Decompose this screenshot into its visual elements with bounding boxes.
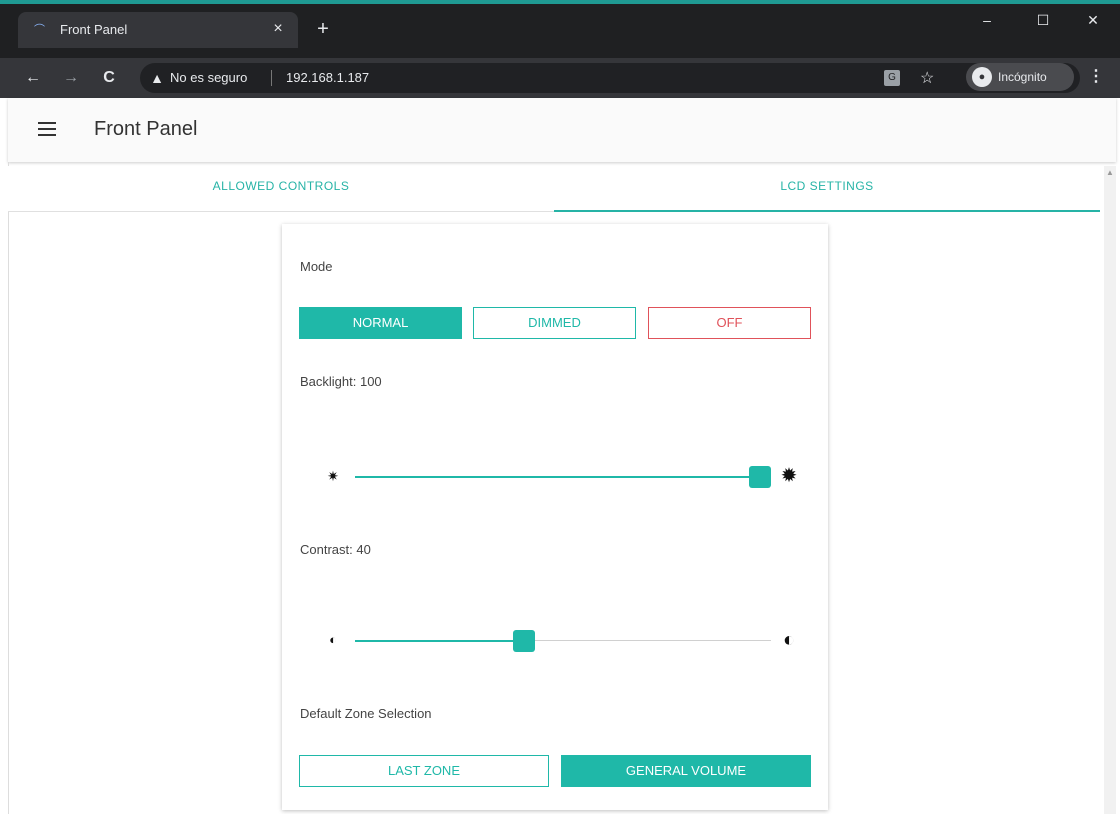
incognito-label: Incógnito: [998, 70, 1047, 84]
translate-icon[interactable]: G: [884, 70, 900, 86]
bookmark-star-icon[interactable]: ☆: [920, 68, 934, 88]
contrast-slider[interactable]: [355, 629, 771, 653]
tab-allowed-controls[interactable]: ALLOWED CONTROLS: [8, 166, 554, 212]
page-title: Front Panel: [94, 118, 198, 140]
mode-normal-button[interactable]: NORMAL: [299, 307, 462, 339]
browser-window: ⌒ Front Panel × + – ☐ ✕ ← → C ▲ No es se…: [0, 0, 1120, 814]
url-text[interactable]: 192.168.1.187: [286, 70, 369, 85]
title-bar-accent: [0, 0, 1120, 4]
minimize-button[interactable]: –: [970, 8, 1004, 32]
backlight-slider-thumb[interactable]: [749, 466, 771, 488]
app-bar: Front Panel: [8, 98, 1116, 162]
backlight-track-filled: [355, 476, 760, 478]
incognito-badge[interactable]: ● Incógnito: [966, 63, 1074, 91]
brightness-low-icon: ✷: [327, 468, 339, 484]
security-status[interactable]: No es seguro: [170, 70, 247, 85]
reload-button[interactable]: C: [98, 67, 120, 89]
page-scrollbar[interactable]: ▲: [1104, 166, 1116, 814]
page-left-edge: [8, 162, 9, 814]
general-volume-button[interactable]: GENERAL VOLUME: [561, 755, 811, 787]
address-separator: [271, 70, 272, 86]
contrast-track-rest: [524, 640, 771, 641]
scroll-up-icon[interactable]: ▲: [1106, 168, 1114, 177]
back-button[interactable]: ←: [22, 67, 44, 89]
settings-tabs: ALLOWED CONTROLS LCD SETTINGS: [8, 166, 1100, 212]
address-bar[interactable]: ▲ No es seguro 192.168.1.187 G ☆: [140, 63, 1080, 93]
maximize-button[interactable]: ☐: [1026, 8, 1060, 32]
browser-menu-icon[interactable]: ⋮: [1088, 66, 1104, 88]
mode-off-button[interactable]: OFF: [648, 307, 811, 339]
title-bar: ⌒ Front Panel × + – ☐ ✕: [0, 0, 1120, 62]
browser-tab[interactable]: ⌒ Front Panel ×: [18, 12, 298, 48]
incognito-icon: ●: [972, 67, 992, 87]
tab-close-icon[interactable]: ×: [268, 19, 288, 39]
contrast-track-filled: [355, 640, 524, 642]
backlight-label: Backlight: 100: [300, 374, 382, 389]
tab-lcd-settings[interactable]: LCD SETTINGS: [554, 166, 1100, 212]
favicon-icon: ⌒: [34, 24, 45, 36]
zone-label: Default Zone Selection: [300, 706, 432, 721]
backlight-slider[interactable]: [355, 465, 771, 489]
lcd-settings-card: Mode NORMAL DIMMED OFF Backlight: 100 ✷ …: [282, 224, 828, 810]
new-tab-button[interactable]: +: [312, 18, 334, 40]
contrast-slider-thumb[interactable]: [513, 630, 535, 652]
forward-button[interactable]: →: [60, 67, 82, 89]
contrast-low-icon: ◐: [329, 632, 337, 647]
browser-toolbar: ← → C ▲ No es seguro 192.168.1.187 G ☆: [0, 58, 1120, 98]
brightness-high-icon: ✹: [780, 465, 798, 487]
last-zone-button[interactable]: LAST ZONE: [299, 755, 549, 787]
mode-dimmed-button[interactable]: DIMMED: [473, 307, 636, 339]
warning-icon: ▲: [150, 70, 164, 86]
close-window-button[interactable]: ✕: [1076, 8, 1110, 32]
menu-icon[interactable]: [38, 122, 58, 138]
contrast-label: Contrast: 40: [300, 542, 371, 557]
mode-label: Mode: [300, 259, 333, 274]
tab-title: Front Panel: [60, 22, 128, 37]
contrast-high-icon: ◐: [782, 629, 796, 651]
